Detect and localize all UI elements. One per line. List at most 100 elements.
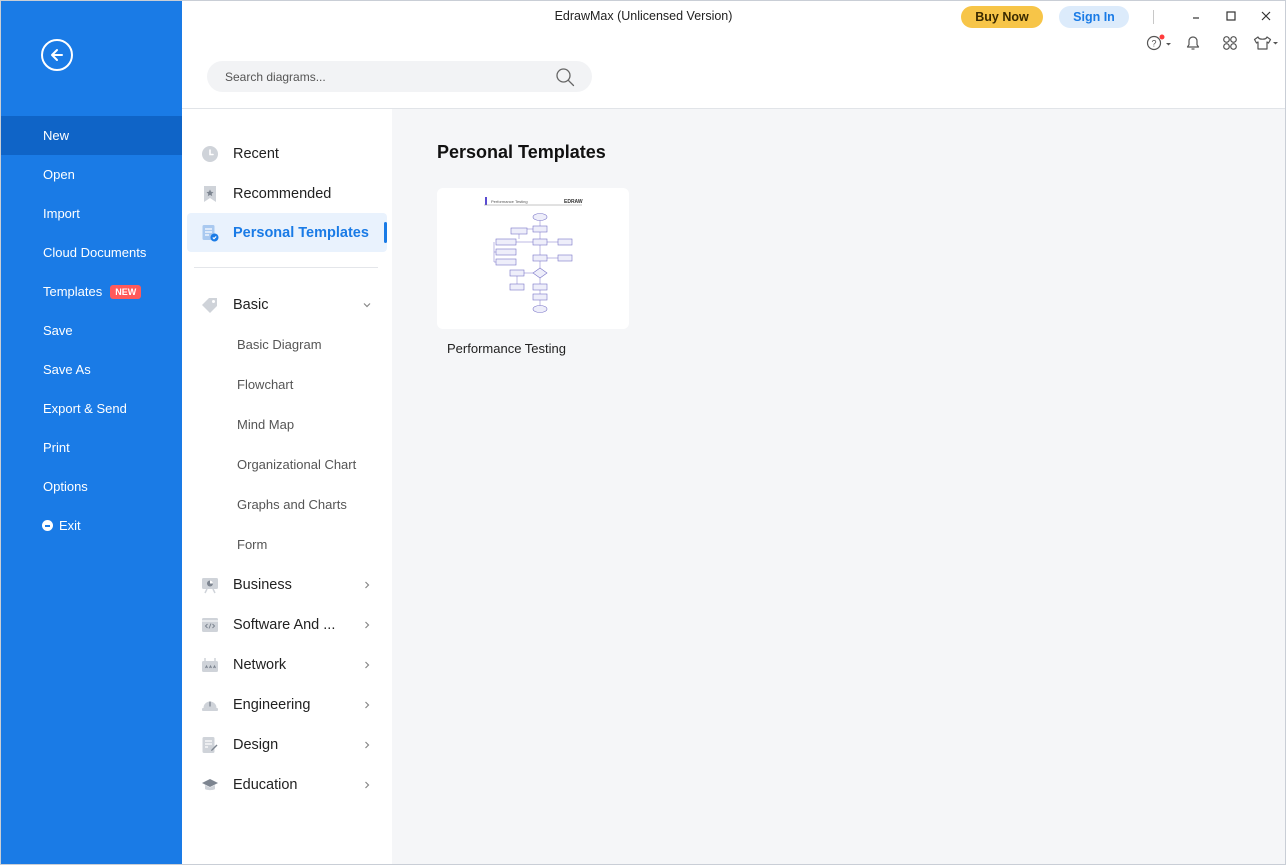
- minimize-button[interactable]: [1187, 7, 1205, 25]
- chevron-right-icon: [365, 781, 370, 788]
- template-gallery: Personal Templates Performance Testing E…: [392, 109, 1285, 864]
- divider: [1153, 10, 1154, 24]
- notifications-button[interactable]: [1185, 34, 1201, 52]
- menu-item-cloud-documents[interactable]: Cloud Documents: [1, 233, 182, 272]
- theme-button[interactable]: [1253, 34, 1279, 52]
- app-window: New Open Import Cloud Documents Template…: [0, 0, 1286, 865]
- category-network[interactable]: Network: [187, 645, 387, 684]
- menu-item-label: Exit: [59, 518, 81, 533]
- svg-text:?: ?: [1151, 39, 1156, 49]
- menu-item-label: Export & Send: [43, 401, 127, 416]
- menu-item-label: Import: [43, 206, 80, 221]
- category-personal-templates[interactable]: Personal Templates: [187, 213, 387, 252]
- close-button[interactable]: [1257, 7, 1275, 25]
- arrow-left-icon: [51, 49, 63, 61]
- chevron-right-icon: [365, 661, 370, 668]
- chevron-right-icon: [365, 741, 370, 748]
- category-education[interactable]: Education: [187, 765, 387, 804]
- personal-template-icon: [201, 224, 219, 242]
- menu-item-label: Open: [43, 167, 75, 182]
- template-card[interactable]: Performance Testing EDRAW: [437, 188, 629, 329]
- file-menu: New Open Import Cloud Documents Template…: [1, 116, 182, 545]
- chevron-down-icon: [363, 302, 371, 307]
- clock-icon: [201, 145, 219, 163]
- subcategory-basic-diagram[interactable]: Basic Diagram: [237, 335, 322, 355]
- menu-item-import[interactable]: Import: [1, 194, 182, 233]
- back-button[interactable]: [41, 39, 73, 71]
- category-label: Basic: [233, 296, 269, 313]
- design-icon: [201, 736, 219, 754]
- category-design[interactable]: Design: [187, 725, 387, 764]
- subcategory-organizational-chart[interactable]: Organizational Chart: [237, 455, 356, 475]
- thumbnail-logo: EDRAW: [564, 199, 583, 205]
- top-header: EdrawMax (Unlicensed Version) Buy Now Si…: [182, 1, 1285, 109]
- search-bar[interactable]: [207, 61, 592, 92]
- subcategory-form[interactable]: Form: [237, 535, 267, 555]
- category-engineering[interactable]: Engineering: [187, 685, 387, 724]
- thumbnail-title: Performance Testing: [491, 199, 528, 204]
- category-label: Recommended: [233, 185, 332, 202]
- tshirt-icon: [1253, 36, 1278, 50]
- category-business[interactable]: Business: [187, 565, 387, 604]
- menu-item-label: Print: [43, 440, 70, 455]
- menu-item-open[interactable]: Open: [1, 155, 182, 194]
- menu-item-save[interactable]: Save: [1, 311, 182, 350]
- buy-now-button[interactable]: Buy Now: [961, 6, 1043, 28]
- menu-item-label: Save As: [43, 362, 91, 377]
- menu-item-print[interactable]: Print: [1, 428, 182, 467]
- menu-item-new[interactable]: New: [1, 116, 182, 155]
- page-title: Personal Templates: [437, 142, 606, 162]
- apps-grid-icon: [1223, 36, 1237, 50]
- category-label: Design: [233, 736, 279, 753]
- help-icon: ?: [1146, 34, 1171, 51]
- menu-item-label: New: [43, 128, 70, 143]
- menu-item-exit[interactable]: Exit: [1, 506, 182, 545]
- menu-item-label: Options: [43, 479, 88, 494]
- category-label: Network: [233, 656, 287, 673]
- file-menu-sidebar: New Open Import Cloud Documents Template…: [1, 1, 182, 864]
- chevron-right-icon: [365, 621, 370, 628]
- template-card-title[interactable]: Performance Testing: [447, 341, 566, 356]
- search-input[interactable]: [225, 61, 545, 92]
- sign-in-button[interactable]: Sign In: [1059, 6, 1129, 28]
- business-icon: [201, 576, 219, 594]
- category-recommended[interactable]: Recommended: [187, 174, 387, 213]
- category-label: Recent: [233, 145, 279, 162]
- menu-item-label: Save: [43, 323, 73, 338]
- new-badge: NEW: [110, 285, 142, 299]
- search-icon[interactable]: [555, 67, 575, 87]
- help-button[interactable]: ?: [1145, 34, 1173, 52]
- menu-item-templates[interactable]: Templates NEW: [1, 272, 182, 311]
- category-label: Engineering: [233, 696, 311, 713]
- menu-item-label: Templates: [43, 284, 103, 299]
- category-label: Business: [233, 576, 292, 593]
- close-icon: [1261, 11, 1271, 21]
- tag-icon: [201, 296, 219, 314]
- menu-item-options[interactable]: Options: [1, 467, 182, 506]
- apps-button[interactable]: [1222, 34, 1238, 52]
- menu-item-label: Cloud Documents: [43, 245, 147, 260]
- code-icon: [201, 616, 219, 634]
- chevron-right-icon: [365, 581, 370, 588]
- category-software[interactable]: Software And ...: [187, 605, 387, 644]
- menu-item-export-send[interactable]: Export & Send: [1, 389, 182, 428]
- maximize-button[interactable]: [1222, 7, 1240, 25]
- graduation-cap-icon: [201, 776, 219, 794]
- active-indicator: [384, 222, 387, 243]
- star-bookmark-icon: [201, 185, 219, 203]
- subcategory-flowchart[interactable]: Flowchart: [237, 375, 293, 395]
- divider: [194, 267, 378, 268]
- subcategory-graphs-and-charts[interactable]: Graphs and Charts: [237, 495, 347, 515]
- category-basic[interactable]: Basic: [187, 285, 387, 324]
- category-label: Personal Templates: [233, 224, 369, 241]
- chevron-right-icon: [365, 701, 370, 708]
- bell-icon: [1186, 36, 1200, 50]
- category-recent[interactable]: Recent: [187, 134, 387, 173]
- template-thumbnail: Performance Testing EDRAW: [484, 197, 583, 313]
- category-label: Software And ...: [233, 616, 336, 633]
- exit-icon: [42, 520, 53, 531]
- hardhat-icon: [201, 696, 219, 714]
- subcategory-mind-map[interactable]: Mind Map: [237, 415, 294, 435]
- menu-item-save-as[interactable]: Save As: [1, 350, 182, 389]
- network-icon: [201, 656, 219, 674]
